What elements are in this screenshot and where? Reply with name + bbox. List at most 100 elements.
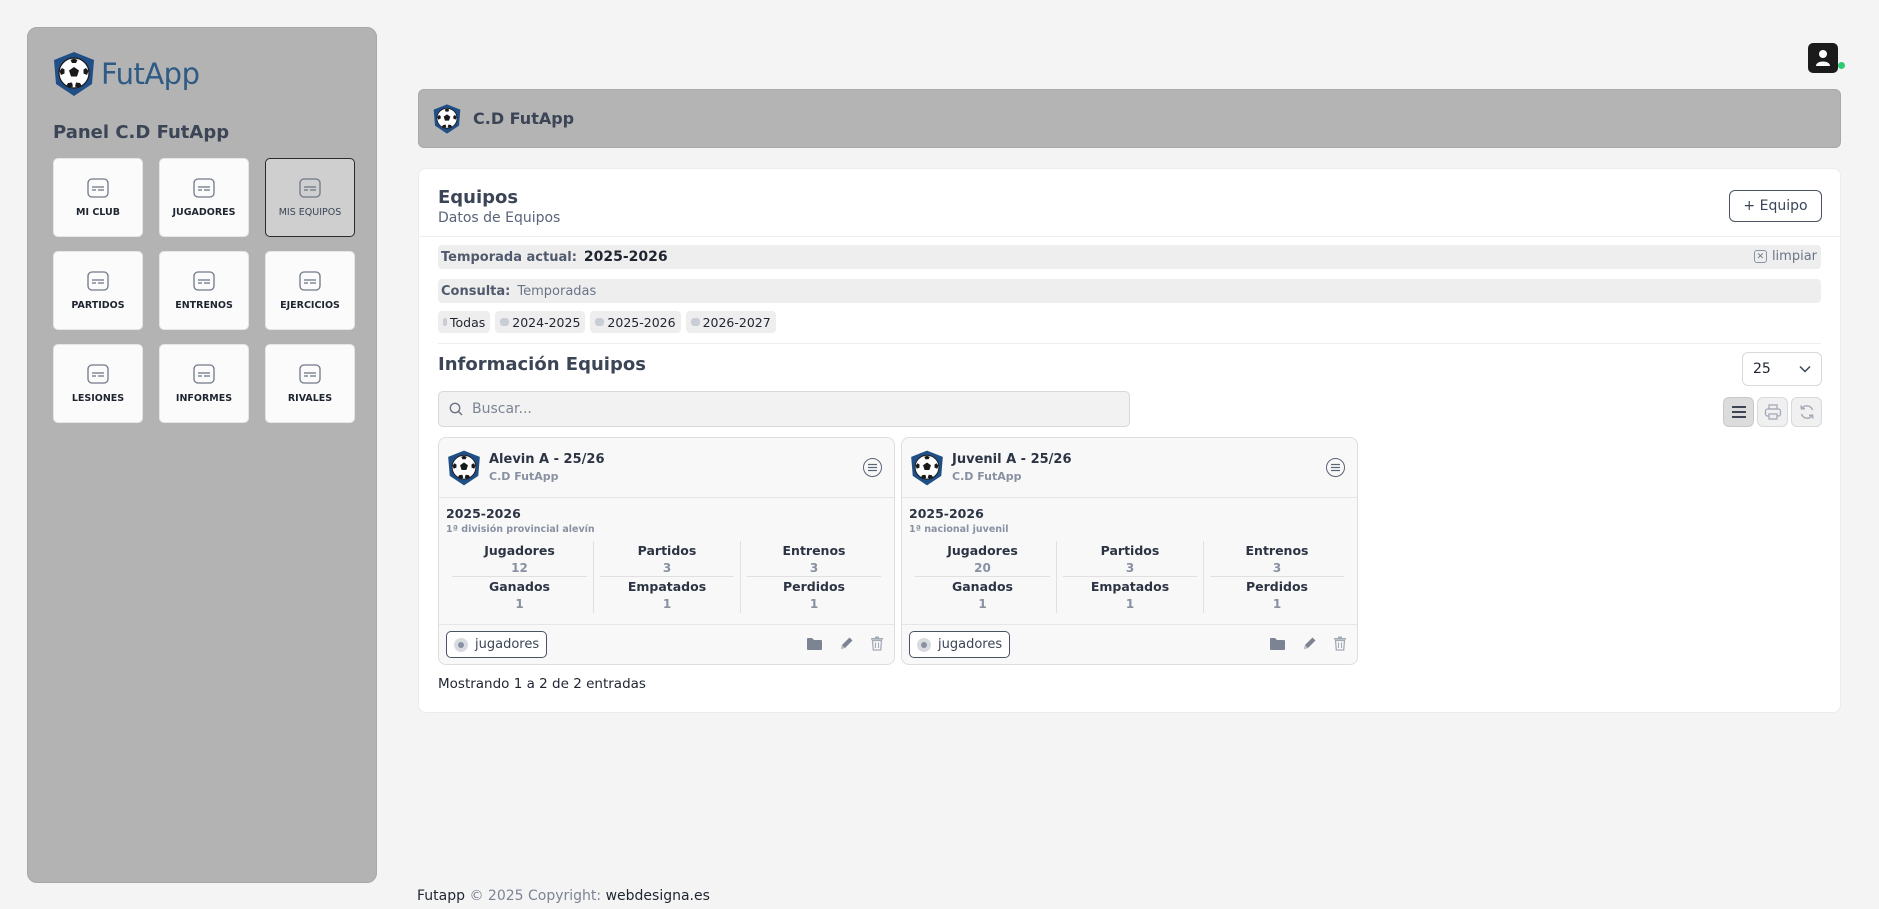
stat-label: Entrenos bbox=[782, 543, 846, 558]
folder-icon[interactable] bbox=[1269, 637, 1286, 651]
teams-card: Equipos Datos de Equipos + Equipo Tempor… bbox=[418, 168, 1841, 713]
radio-dot-icon bbox=[917, 637, 931, 652]
soccer-ball-logo-icon bbox=[50, 50, 98, 98]
team-club: C.D FutApp bbox=[952, 470, 1022, 483]
nav-tile-jugadores[interactable]: JUGADORES bbox=[159, 158, 249, 237]
stat-label: Ganados bbox=[951, 579, 1013, 594]
nav-tile-label: LESIONES bbox=[71, 392, 125, 404]
card-icon bbox=[87, 271, 109, 291]
footer-app: Futapp bbox=[417, 888, 466, 904]
query-filter: Consulta: Temporadas bbox=[438, 279, 1821, 303]
list-view-button[interactable] bbox=[1723, 397, 1754, 427]
nav-tile-label: MI CLUB bbox=[76, 206, 120, 218]
trash-icon[interactable] bbox=[1333, 636, 1347, 651]
stat-label: Entrenos bbox=[1245, 543, 1309, 558]
stat-label: Partidos bbox=[1100, 543, 1160, 558]
players-button[interactable]: jugadores bbox=[446, 631, 548, 658]
stat-jugadores-value: 12 bbox=[511, 561, 528, 575]
menu-lines-icon bbox=[1331, 463, 1340, 472]
edit-pencil-icon[interactable] bbox=[1302, 636, 1317, 651]
print-button[interactable] bbox=[1757, 397, 1788, 427]
current-season-filter: Temporada actual: 2025-2026 ✕ limpiar bbox=[438, 245, 1821, 269]
team-menu-button[interactable] bbox=[1326, 458, 1345, 477]
stat-label: Ganados bbox=[488, 579, 550, 594]
sidebar: FutApp Panel C.D FutApp MI CLUB JUGADORE… bbox=[27, 27, 377, 883]
chip-label: 2025-2026 bbox=[607, 314, 676, 330]
page-size-select[interactable]: 25 bbox=[1742, 352, 1822, 386]
nav-tile-ejercicios[interactable]: EJERCICIOS bbox=[265, 251, 355, 330]
team-division: 1ª división provincial alevín bbox=[446, 524, 595, 535]
season-chip-2024-2025[interactable]: 2024-2025 bbox=[495, 311, 586, 333]
players-button[interactable]: jugadores bbox=[909, 631, 1011, 658]
clear-filter-button[interactable]: ✕ limpiar bbox=[1753, 249, 1817, 264]
players-button-label: jugadores bbox=[938, 637, 1003, 652]
nav-tile-lesiones[interactable]: LESIONES bbox=[53, 344, 143, 423]
nav-tile-rivales[interactable]: RIVALES bbox=[265, 344, 355, 423]
search-icon bbox=[449, 402, 463, 416]
stat-partidos-value: 3 bbox=[662, 561, 672, 575]
season-chip-todas[interactable]: Todas bbox=[438, 311, 491, 333]
team-actions bbox=[1269, 636, 1347, 651]
footer-link[interactable]: webdesigna.es bbox=[606, 888, 710, 904]
stat-label: Perdidos bbox=[782, 579, 845, 594]
nav-tile-label: MIS EQUIPOS bbox=[278, 206, 342, 218]
team-menu-button[interactable] bbox=[863, 458, 882, 477]
nav-tile-mis-equipos[interactable]: MIS EQUIPOS bbox=[265, 158, 355, 237]
radio-dot-icon bbox=[454, 637, 468, 652]
add-team-button[interactable]: + Equipo bbox=[1729, 190, 1822, 222]
team-division: 1ª nacional juvenil bbox=[909, 524, 1009, 535]
nav-tile-entrenos[interactable]: ENTRENOS bbox=[159, 251, 249, 330]
stat-empatados-value: 1 bbox=[1125, 597, 1135, 611]
nav-tile-label: INFORMES bbox=[175, 392, 233, 404]
team-crest-icon bbox=[908, 449, 946, 487]
team-crest-icon bbox=[445, 449, 483, 487]
nav-tile-label: PARTIDOS bbox=[71, 299, 125, 311]
current-season-label: Temporada actual: bbox=[441, 249, 577, 265]
nav-tile-label: ENTRENOS bbox=[175, 299, 233, 311]
stat-label: Partidos bbox=[637, 543, 697, 558]
chip-label: Todas bbox=[450, 314, 486, 330]
footer-copyright: © 2025 Copyright: bbox=[469, 888, 602, 904]
nav-tile-mi-club[interactable]: MI CLUB bbox=[53, 158, 143, 237]
app-logo[interactable]: FutApp bbox=[50, 50, 200, 98]
stat-label: Jugadores bbox=[947, 543, 1018, 558]
team-season: 2025-2026 bbox=[909, 506, 984, 521]
players-button-label: jugadores bbox=[475, 637, 540, 652]
stat-ganados-value: 1 bbox=[515, 597, 524, 611]
chevron-down-icon bbox=[1799, 365, 1811, 373]
season-chip-2026-2027[interactable]: 2026-2027 bbox=[685, 311, 776, 333]
print-icon bbox=[1764, 404, 1781, 420]
nav-tile-grid: MI CLUB JUGADORES MIS EQUIPOS PARTIDOS E… bbox=[53, 158, 355, 423]
clear-filter-label: limpiar bbox=[1771, 249, 1817, 264]
stat-label: Empatados bbox=[1090, 579, 1170, 594]
card-icon bbox=[299, 178, 321, 198]
online-status-dot bbox=[1838, 62, 1845, 69]
nav-tile-partidos[interactable]: PARTIDOS bbox=[53, 251, 143, 330]
stat-entrenos-value: 3 bbox=[809, 561, 819, 575]
stat-label: Jugadores bbox=[484, 543, 555, 558]
chip-dot bbox=[500, 318, 510, 326]
refresh-button[interactable] bbox=[1791, 397, 1822, 427]
card-icon bbox=[87, 364, 109, 384]
chip-label: 2026-2027 bbox=[702, 314, 771, 330]
club-name: C.D FutApp bbox=[473, 109, 575, 128]
nav-tile-label: JUGADORES bbox=[172, 206, 236, 218]
search-input[interactable] bbox=[472, 401, 1112, 417]
trash-icon[interactable] bbox=[870, 636, 884, 651]
card-icon bbox=[193, 178, 215, 198]
pagination-summary: Mostrando 1 a 2 de 2 entradas bbox=[438, 676, 646, 692]
season-chip-2025-2026[interactable]: 2025-2026 bbox=[590, 311, 681, 333]
close-icon: ✕ bbox=[1753, 250, 1767, 263]
nav-tile-informes[interactable]: INFORMES bbox=[159, 344, 249, 423]
section-subtitle: Datos de Equipos bbox=[438, 210, 561, 226]
card-icon bbox=[87, 178, 109, 198]
edit-pencil-icon[interactable] bbox=[839, 636, 854, 651]
info-title: Información Equipos bbox=[438, 354, 646, 375]
search-box bbox=[438, 391, 1130, 427]
chip-dot bbox=[443, 318, 447, 326]
folder-icon[interactable] bbox=[806, 637, 823, 651]
team-card-header: Alevin A - 25/26 C.D FutApp bbox=[439, 438, 894, 498]
team-actions bbox=[806, 636, 884, 651]
club-header-bar: C.D FutApp bbox=[418, 89, 1841, 148]
user-menu-button[interactable] bbox=[1808, 43, 1838, 73]
